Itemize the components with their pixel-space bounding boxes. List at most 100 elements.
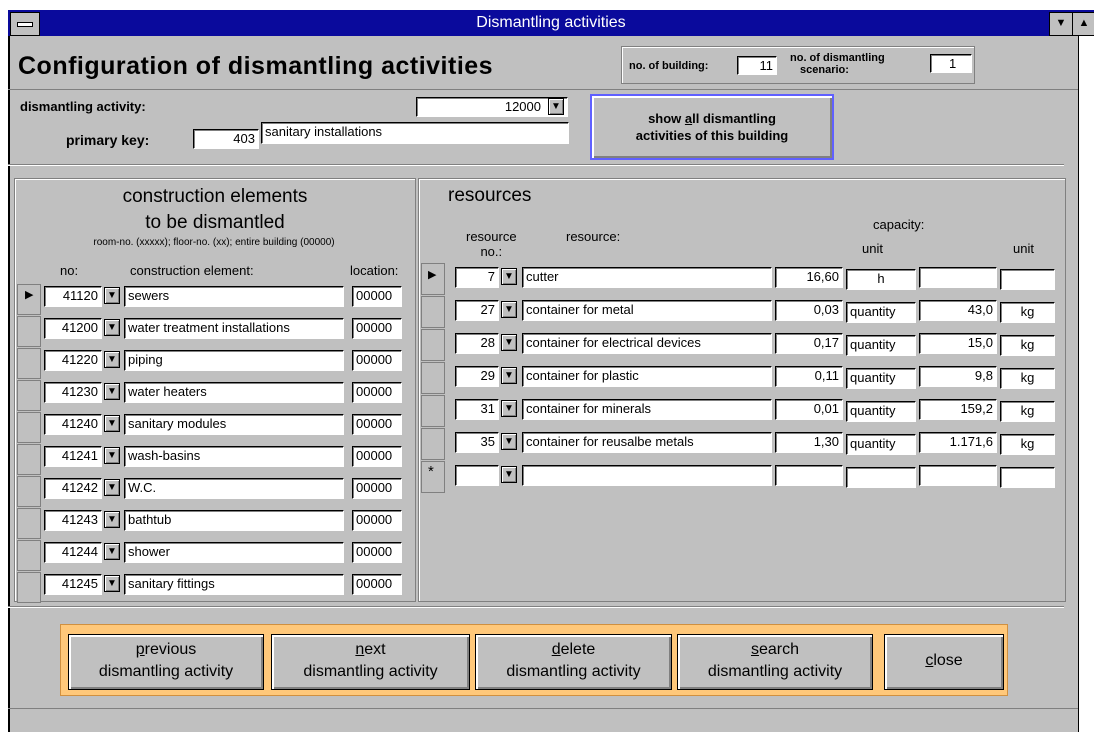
element-no-field[interactable]: 41241	[44, 446, 102, 467]
element-dropdown-button[interactable]: ▼	[104, 447, 120, 464]
element-location-field[interactable]: 00000	[352, 350, 402, 371]
element-dropdown-button[interactable]: ▼	[104, 383, 120, 400]
activity-code-field[interactable]: 12000	[416, 97, 568, 117]
resource-quantity-field[interactable]: 15,0	[919, 333, 997, 354]
row-selector[interactable]	[421, 362, 445, 394]
resource-no-field[interactable]: 31	[455, 399, 499, 420]
resource-no-field[interactable]: 29	[455, 366, 499, 387]
activity-name-field[interactable]: sanitary installations	[261, 122, 569, 144]
close-button[interactable]: close	[884, 634, 1004, 690]
resource-quantity-field[interactable]: 1.171,6	[919, 432, 997, 453]
resource-quantity-field[interactable]: 9,8	[919, 366, 997, 387]
resource-capacity-field[interactable]: 0,01	[775, 399, 843, 420]
element-no-field[interactable]: 41243	[44, 510, 102, 531]
element-name-field[interactable]: sewers	[124, 286, 344, 307]
row-selector[interactable]	[421, 395, 445, 427]
show-all-activities-button[interactable]: show all dismantling activities of this …	[590, 94, 834, 160]
element-location-field[interactable]: 00000	[352, 478, 402, 499]
resource-unit-field[interactable]	[846, 467, 916, 488]
element-no-field[interactable]: 41200	[44, 318, 102, 339]
resource-capacity-field[interactable]: 0,11	[775, 366, 843, 387]
resource-quantity-field[interactable]	[919, 465, 997, 486]
resource-dropdown-button[interactable]: ▼	[501, 433, 517, 450]
element-no-field[interactable]: 41245	[44, 574, 102, 595]
resource-unit2-field[interactable]: kg	[1000, 401, 1055, 422]
element-name-field[interactable]: shower	[124, 542, 344, 563]
resource-no-field[interactable]: 35	[455, 432, 499, 453]
element-location-field[interactable]: 00000	[352, 318, 402, 339]
element-location-field[interactable]: 00000	[352, 382, 402, 403]
primary-key-field[interactable]: 403	[193, 129, 259, 149]
element-no-field[interactable]: 41220	[44, 350, 102, 371]
row-selector[interactable]	[17, 540, 41, 571]
resource-name-field[interactable]: container for electrical devices	[522, 333, 772, 354]
element-no-field[interactable]: 41244	[44, 542, 102, 563]
activity-dropdown-button[interactable]: ▼	[548, 98, 564, 115]
element-dropdown-button[interactable]: ▼	[104, 543, 120, 560]
element-dropdown-button[interactable]: ▼	[104, 351, 120, 368]
previous-activity-button[interactable]: previous dismantling activity	[68, 634, 264, 690]
element-dropdown-button[interactable]: ▼	[104, 511, 120, 528]
element-location-field[interactable]: 00000	[352, 414, 402, 435]
element-name-field[interactable]: water heaters	[124, 382, 344, 403]
resource-no-field[interactable]: 28	[455, 333, 499, 354]
row-selector[interactable]	[17, 316, 41, 347]
row-selector[interactable]	[421, 428, 445, 460]
resource-dropdown-button[interactable]: ▼	[501, 268, 517, 285]
element-dropdown-button[interactable]: ▼	[104, 319, 120, 336]
next-activity-button[interactable]: next dismantling activity	[271, 634, 470, 690]
resource-unit-field[interactable]: h	[846, 269, 916, 290]
resource-dropdown-button[interactable]: ▼	[501, 367, 517, 384]
resource-capacity-field[interactable]: 16,60	[775, 267, 843, 288]
element-dropdown-button[interactable]: ▼	[104, 287, 120, 304]
resource-unit2-field[interactable]: kg	[1000, 302, 1055, 323]
element-name-field[interactable]: piping	[124, 350, 344, 371]
resource-name-field[interactable]: container for minerals	[522, 399, 772, 420]
resource-no-field[interactable]	[455, 465, 499, 486]
minimize-button[interactable]: ▼	[1049, 12, 1073, 36]
element-location-field[interactable]: 00000	[352, 510, 402, 531]
resource-name-field[interactable]: cutter	[522, 267, 772, 288]
element-name-field[interactable]: W.C.	[124, 478, 344, 499]
row-selector[interactable]	[17, 476, 41, 507]
resource-dropdown-button[interactable]: ▼	[501, 400, 517, 417]
row-selector[interactable]	[17, 348, 41, 379]
element-name-field[interactable]: sanitary modules	[124, 414, 344, 435]
element-no-field[interactable]: 41230	[44, 382, 102, 403]
element-name-field[interactable]: wash-basins	[124, 446, 344, 467]
row-selector[interactable]	[17, 412, 41, 443]
maximize-button[interactable]: ▲	[1072, 12, 1094, 36]
scenario-number-field[interactable]: 1	[930, 54, 972, 73]
element-name-field[interactable]: water treatment installations	[124, 318, 344, 339]
resource-no-field[interactable]: 27	[455, 300, 499, 321]
resource-name-field[interactable]: container for plastic	[522, 366, 772, 387]
resource-unit2-field[interactable]: kg	[1000, 335, 1055, 356]
resource-unit-field[interactable]: quantity	[846, 434, 916, 455]
resource-unit2-field[interactable]	[1000, 467, 1055, 488]
resource-unit2-field[interactable]: kg	[1000, 434, 1055, 455]
resource-quantity-field[interactable]: 43,0	[919, 300, 997, 321]
resource-dropdown-button[interactable]: ▼	[501, 301, 517, 318]
element-dropdown-button[interactable]: ▼	[104, 575, 120, 592]
resource-capacity-field[interactable]	[775, 465, 843, 486]
resource-quantity-field[interactable]: 159,2	[919, 399, 997, 420]
delete-activity-button[interactable]: delete dismantling activity	[475, 634, 672, 690]
row-selector[interactable]	[17, 572, 41, 603]
resource-capacity-field[interactable]: 0,03	[775, 300, 843, 321]
element-no-field[interactable]: 41242	[44, 478, 102, 499]
resource-unit2-field[interactable]	[1000, 269, 1055, 290]
resource-name-field[interactable]	[522, 465, 772, 486]
element-no-field[interactable]: 41240	[44, 414, 102, 435]
resource-capacity-field[interactable]: 0,17	[775, 333, 843, 354]
resource-name-field[interactable]: container for metal	[522, 300, 772, 321]
resource-unit-field[interactable]: quantity	[846, 401, 916, 422]
resource-name-field[interactable]: container for reusalbe metals	[522, 432, 772, 453]
resource-dropdown-button[interactable]: ▼	[501, 466, 517, 483]
row-selector[interactable]	[17, 380, 41, 411]
element-location-field[interactable]: 00000	[352, 542, 402, 563]
row-selector[interactable]	[17, 444, 41, 475]
element-name-field[interactable]: bathtub	[124, 510, 344, 531]
element-dropdown-button[interactable]: ▼	[104, 415, 120, 432]
resource-unit-field[interactable]: quantity	[846, 302, 916, 323]
row-selector[interactable]	[17, 508, 41, 539]
